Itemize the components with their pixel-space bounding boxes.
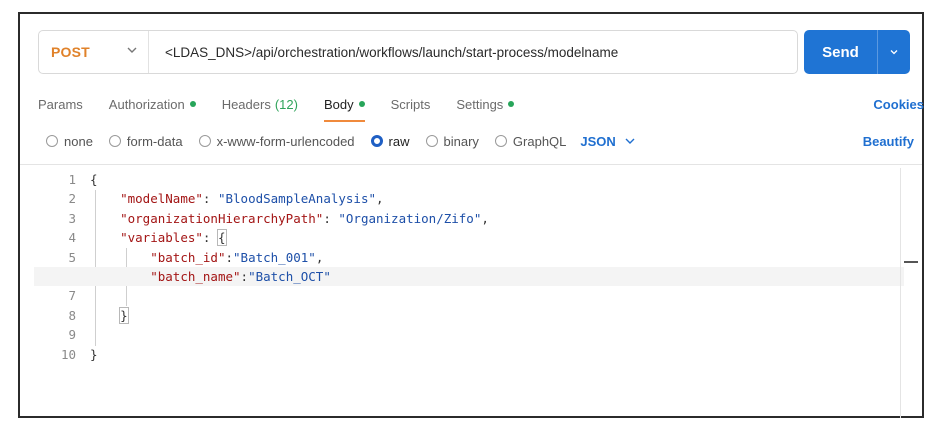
- json-key: "batch_id": [150, 249, 226, 265]
- json-key: "organizationHierarchyPath": [120, 210, 324, 226]
- body-type-form-data[interactable]: form-data: [108, 133, 183, 149]
- json-value: "Batch_OCT": [248, 268, 331, 284]
- method-label: POST: [51, 44, 90, 60]
- raw-format-select[interactable]: JSON: [580, 134, 635, 149]
- line-number: 10: [60, 346, 76, 362]
- line-number: 3: [68, 210, 76, 226]
- tab-scripts[interactable]: Scripts: [391, 92, 431, 116]
- tab-label: Settings: [456, 96, 504, 112]
- code-line: "organizationHierarchyPath": "Organizati…: [120, 210, 489, 226]
- send-button[interactable]: Send: [804, 30, 877, 74]
- body-type-graphql[interactable]: GraphQL: [494, 133, 567, 149]
- body-type-binary[interactable]: binary: [425, 133, 479, 149]
- status-dot-icon: [508, 101, 515, 107]
- tab-label: Headers: [221, 96, 271, 112]
- tab-headers[interactable]: Headers (12): [222, 92, 298, 116]
- tab-body[interactable]: Body: [323, 92, 365, 122]
- cookies-link[interactable]: Cookies: [873, 97, 924, 112]
- body-type-urlencoded[interactable]: x-www-form-urlencoded: [198, 133, 355, 149]
- tab-label: Scripts: [390, 96, 431, 112]
- json-value: "BloodSampleAnalysis": [217, 191, 377, 207]
- code-line-active: "batch_name":"Batch_OCT": [34, 266, 904, 287]
- radio-label: raw: [388, 133, 410, 149]
- code-content[interactable]: { "modelName": "BloodSampleAnalysis", "o…: [34, 170, 904, 364]
- chevron-down-icon: [625, 138, 635, 144]
- status-dot-icon: [358, 101, 365, 107]
- format-label: JSON: [580, 133, 616, 149]
- url-input[interactable]: [149, 31, 797, 73]
- json-value: "Organization/Zifo": [338, 210, 482, 226]
- chevron-down-icon: [126, 43, 138, 61]
- line-number: 4: [68, 230, 76, 246]
- send-options-button[interactable]: [878, 30, 910, 74]
- radio-icon: [198, 135, 211, 147]
- body-type-selector: none form-data x-www-form-urlencoded raw…: [46, 130, 914, 152]
- postman-request-panel: POST Send Params Authorization Headers (…: [18, 12, 924, 418]
- radio-label: x-www-form-urlencoded: [216, 133, 355, 149]
- line-number: 5: [68, 249, 76, 265]
- code-line: {: [90, 172, 98, 187]
- json-value: "Batch_001": [233, 249, 316, 265]
- send-button-group: Send: [804, 30, 910, 74]
- json-key: "modelName": [120, 191, 203, 207]
- code-line: "modelName": "BloodSampleAnalysis",: [120, 191, 384, 207]
- request-tabs: Params Authorization Headers (12) Body S…: [38, 92, 924, 122]
- request-url-bar: POST: [38, 30, 798, 74]
- tab-label: Body: [323, 96, 354, 112]
- line-number: 2: [68, 191, 76, 207]
- tab-params[interactable]: Params: [38, 92, 83, 116]
- tab-label: Authorization: [108, 96, 185, 112]
- scroll-position-marker[interactable]: [904, 261, 918, 263]
- line-number: 8: [68, 307, 76, 323]
- beautify-button[interactable]: Beautify: [863, 134, 914, 149]
- radio-label: GraphQL: [512, 133, 567, 149]
- code-line: }: [90, 346, 98, 362]
- radio-icon: [46, 135, 58, 147]
- body-code-editor[interactable]: 1 2 3 4 5 6 7 8 9 10 { "modelName": "Blo…: [34, 170, 904, 410]
- status-dot-icon: [189, 101, 196, 107]
- radio-icon: [108, 135, 121, 147]
- line-number: 9: [68, 327, 76, 343]
- json-key: "batch_name": [150, 268, 241, 284]
- radio-checked-icon: [370, 135, 383, 147]
- section-divider: [20, 164, 922, 165]
- headers-count-badge: (12): [274, 96, 298, 112]
- radio-label: binary: [443, 133, 479, 149]
- body-type-none[interactable]: none: [46, 134, 93, 149]
- radio-label: none: [64, 133, 93, 149]
- json-key: "variables": [120, 230, 203, 246]
- radio-icon: [425, 135, 438, 147]
- tab-settings[interactable]: Settings: [456, 92, 515, 116]
- radio-label: form-data: [126, 133, 183, 149]
- code-line: }: [119, 306, 129, 324]
- line-number: 7: [68, 288, 76, 304]
- body-type-raw[interactable]: raw: [370, 133, 410, 149]
- code-line: "variables": {: [120, 229, 227, 247]
- method-select[interactable]: POST: [39, 31, 149, 73]
- tab-authorization[interactable]: Authorization: [109, 92, 196, 116]
- code-line: "batch_id":"Batch_001",: [150, 249, 324, 265]
- tab-label: Params: [38, 96, 83, 112]
- radio-icon: [494, 135, 507, 147]
- editor-scrollbar-track[interactable]: [900, 168, 901, 418]
- chevron-down-icon: [890, 50, 898, 55]
- line-number: 1: [68, 172, 76, 187]
